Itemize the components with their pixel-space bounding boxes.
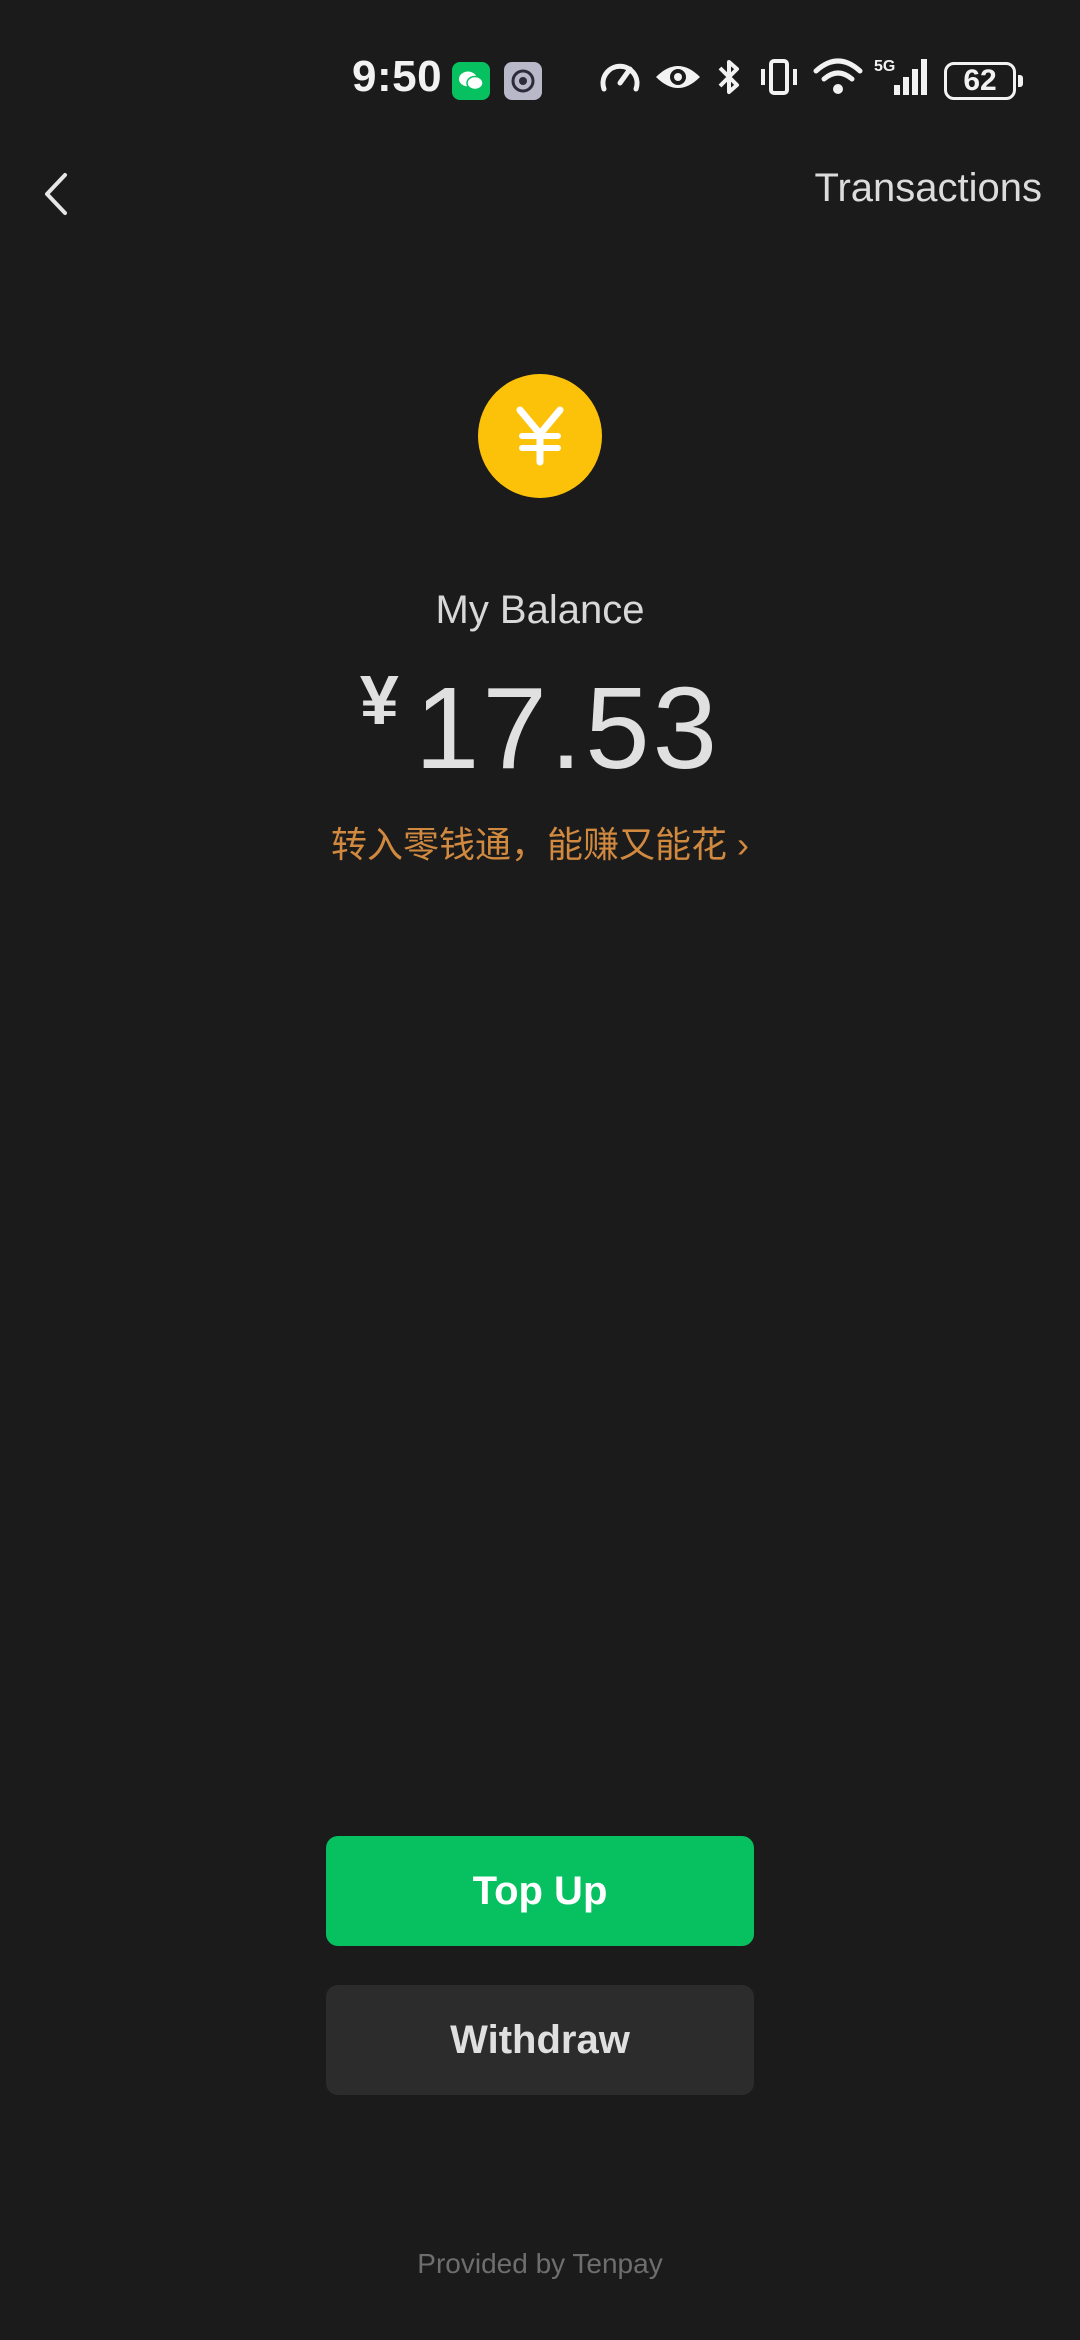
settings-icon xyxy=(504,62,542,100)
status-bar: 9:50 5G 62 xyxy=(0,48,1080,110)
network-label: 5G xyxy=(874,58,895,75)
speedometer-icon xyxy=(596,54,644,100)
transactions-link[interactable]: Transactions xyxy=(815,166,1043,211)
balance-currency: ¥ xyxy=(359,661,399,739)
wechat-icon xyxy=(452,62,490,100)
status-time: 9:50 xyxy=(352,52,443,101)
chevron-right-icon: › xyxy=(737,824,749,865)
balance-amount: ¥17.53 xyxy=(0,660,1080,795)
signal-icon: 5G xyxy=(872,54,932,100)
promo-text: 转入零钱通，能赚又能花 xyxy=(330,824,727,865)
top-up-button[interactable]: Top Up xyxy=(326,1836,754,1946)
eye-icon xyxy=(652,54,704,100)
back-button[interactable] xyxy=(24,162,88,226)
provider-note: Provided by Tenpay xyxy=(417,2248,663,2279)
battery-icon: 62 xyxy=(944,62,1023,100)
wifi-icon xyxy=(812,54,864,100)
balance-value: 17.53 xyxy=(414,663,721,793)
bluetooth-icon xyxy=(714,54,744,100)
lingqiantong-promo-link[interactable]: 转入零钱通，能赚又能花 › xyxy=(0,816,1080,868)
coin-icon xyxy=(478,374,602,498)
chevron-left-icon xyxy=(45,173,67,215)
withdraw-button[interactable]: Withdraw xyxy=(326,1985,754,2095)
balance-label: My Balance xyxy=(435,588,645,632)
battery-level: 62 xyxy=(963,64,997,97)
vibrate-icon xyxy=(756,54,802,100)
